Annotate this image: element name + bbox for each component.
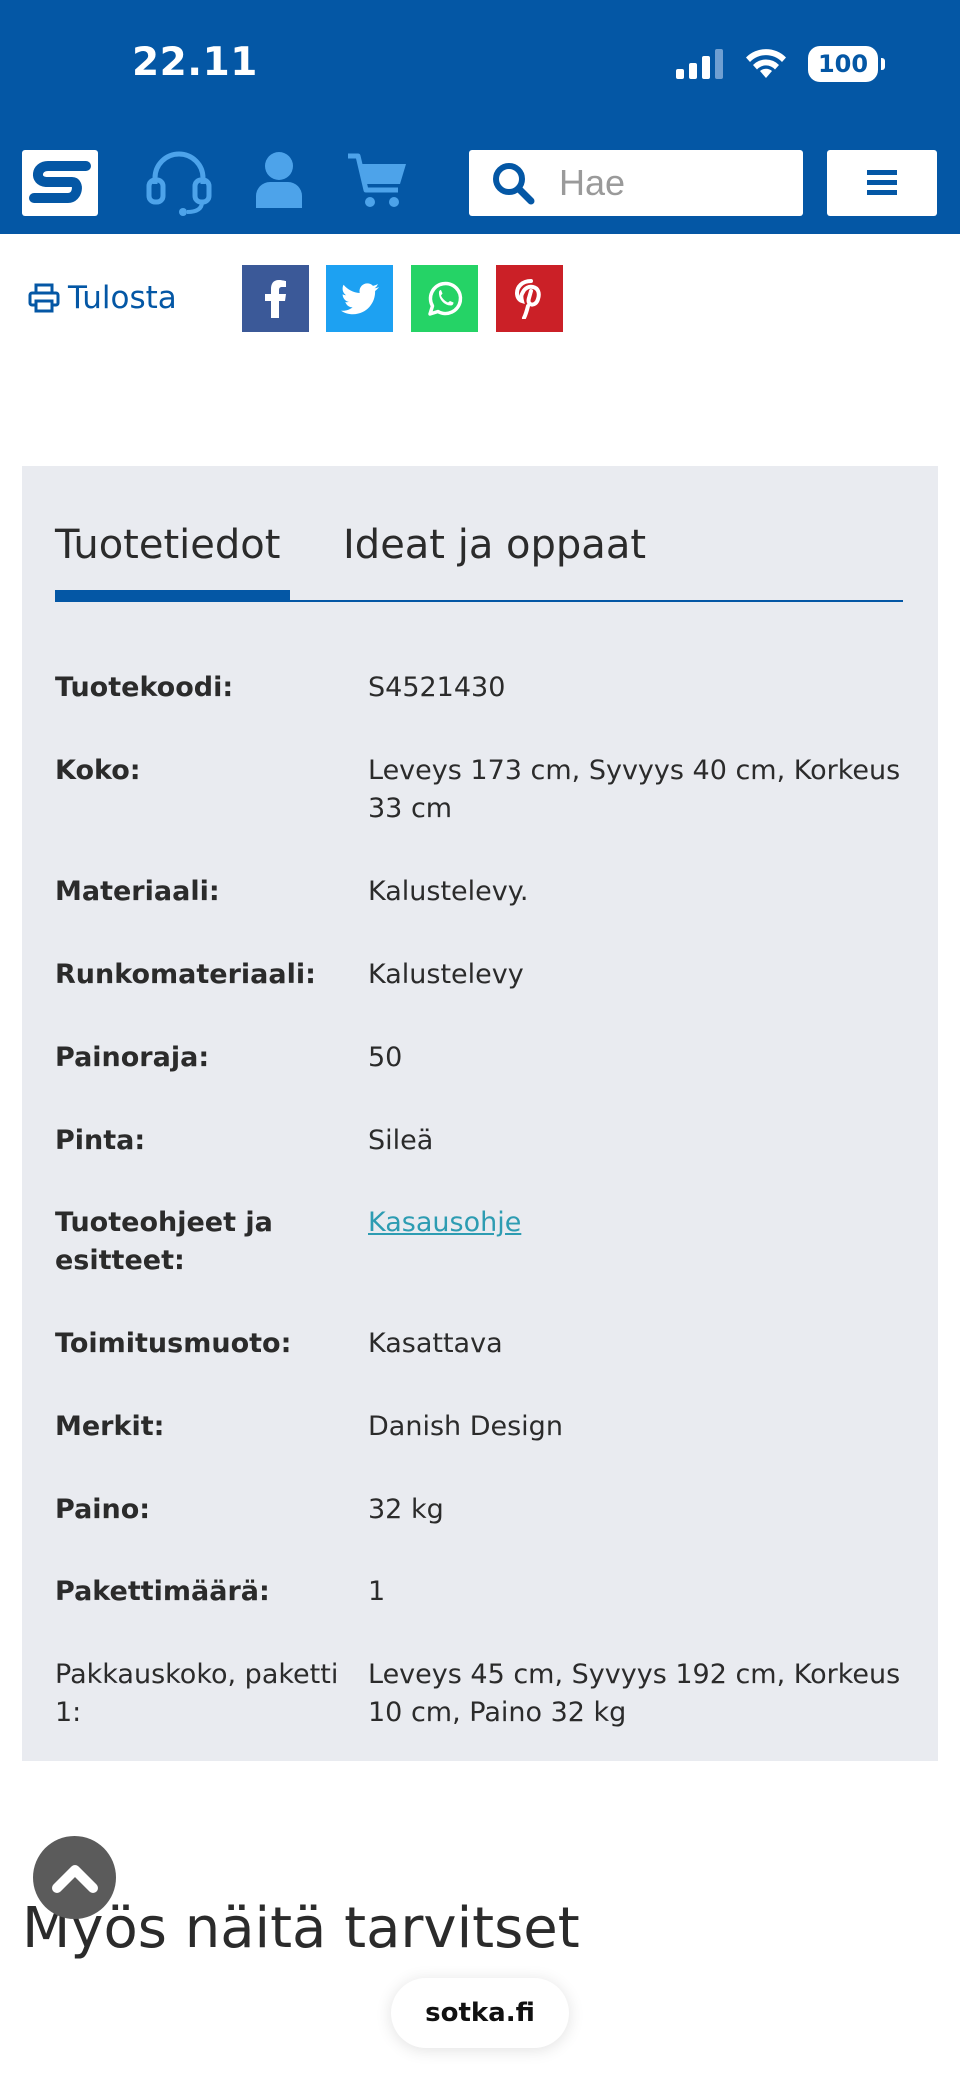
spec-value: Kalustelevy bbox=[368, 959, 524, 990]
account-icon[interactable] bbox=[254, 150, 304, 214]
tab-active-indicator bbox=[55, 590, 290, 601]
spec-label: Pinta: bbox=[55, 1125, 146, 1156]
spec-label: Toimitusmuoto: bbox=[55, 1328, 292, 1359]
signal-icon bbox=[676, 49, 723, 79]
tab-product-info[interactable]: Tuotetiedot bbox=[55, 522, 280, 568]
browser-url[interactable]: sotka.fi bbox=[391, 1978, 569, 2048]
twitter-icon bbox=[340, 282, 379, 314]
section-title: Myös näitä tarvitset bbox=[22, 1896, 580, 1961]
spec-value: 50 bbox=[368, 1042, 403, 1073]
spec-value: Leveys 173 cm, Syvyys 40 cm, Korkeus 33 … bbox=[368, 755, 901, 824]
spec-label: Pakkauskoko, paketti 1: bbox=[55, 1659, 339, 1728]
sotka-logo[interactable] bbox=[22, 150, 98, 216]
assembly-instructions-link[interactable]: Kasausohje bbox=[368, 1207, 521, 1238]
whatsapp-icon bbox=[427, 281, 462, 316]
spec-value: S4521430 bbox=[368, 672, 506, 703]
spec-value: Kalustelevy. bbox=[368, 876, 529, 907]
tab-ideas-guides[interactable]: Ideat ja oppaat bbox=[343, 522, 646, 568]
facebook-icon bbox=[264, 279, 286, 318]
spec-label: Koko: bbox=[55, 755, 141, 786]
top-bar: 22.11 100 bbox=[0, 0, 960, 234]
search-input[interactable] bbox=[559, 162, 779, 204]
spec-label: Tuotekoodi: bbox=[55, 672, 234, 703]
logo-s-icon bbox=[29, 161, 91, 203]
tabs: Tuotetiedot Ideat ja oppaat bbox=[55, 522, 903, 568]
status-icons: 100 bbox=[676, 46, 885, 82]
spec-label: Merkit: bbox=[55, 1411, 165, 1442]
menu-button[interactable] bbox=[827, 150, 937, 216]
spec-value: Danish Design bbox=[368, 1411, 563, 1442]
cart-icon[interactable] bbox=[346, 150, 408, 214]
product-info-panel: Tuotetiedot Ideat ja oppaat Tuotekoodi: … bbox=[22, 466, 938, 1761]
print-link[interactable]: Tulosta bbox=[28, 280, 177, 316]
print-label: Tulosta bbox=[68, 280, 177, 316]
facebook-share-button[interactable] bbox=[242, 265, 309, 332]
search-icon bbox=[493, 163, 535, 205]
spec-value: Kasattava bbox=[368, 1328, 503, 1359]
status-time: 22.11 bbox=[132, 40, 258, 85]
whatsapp-share-button[interactable] bbox=[411, 265, 478, 332]
spec-label: Pakettimäärä: bbox=[55, 1576, 270, 1607]
search-box[interactable] bbox=[469, 150, 803, 216]
spec-value: 32 kg bbox=[368, 1494, 444, 1525]
spec-label: Runkomateriaali: bbox=[55, 959, 316, 990]
printer-icon bbox=[28, 283, 60, 313]
pinterest-share-button[interactable] bbox=[496, 265, 563, 332]
spec-value: 1 bbox=[368, 1576, 386, 1607]
spec-label: Materiaali: bbox=[55, 876, 220, 907]
scroll-to-top-button[interactable] bbox=[33, 1836, 116, 1919]
spec-label: Tuoteohjeet ja esitteet: bbox=[55, 1207, 273, 1276]
wifi-icon bbox=[746, 49, 786, 78]
pinterest-icon bbox=[514, 278, 541, 319]
battery-indicator: 100 bbox=[808, 46, 885, 82]
customer-service-icon[interactable] bbox=[143, 150, 215, 220]
spec-label: Painoraja: bbox=[55, 1042, 210, 1073]
spec-value: Leveys 45 cm, Syvyys 192 cm, Korkeus 10 … bbox=[368, 1659, 901, 1728]
chevron-up-icon bbox=[51, 1864, 98, 1893]
hamburger-icon bbox=[867, 170, 897, 195]
spec-label: Paino: bbox=[55, 1494, 151, 1525]
twitter-share-button[interactable] bbox=[326, 265, 393, 332]
spec-value: Sileä bbox=[368, 1125, 434, 1156]
